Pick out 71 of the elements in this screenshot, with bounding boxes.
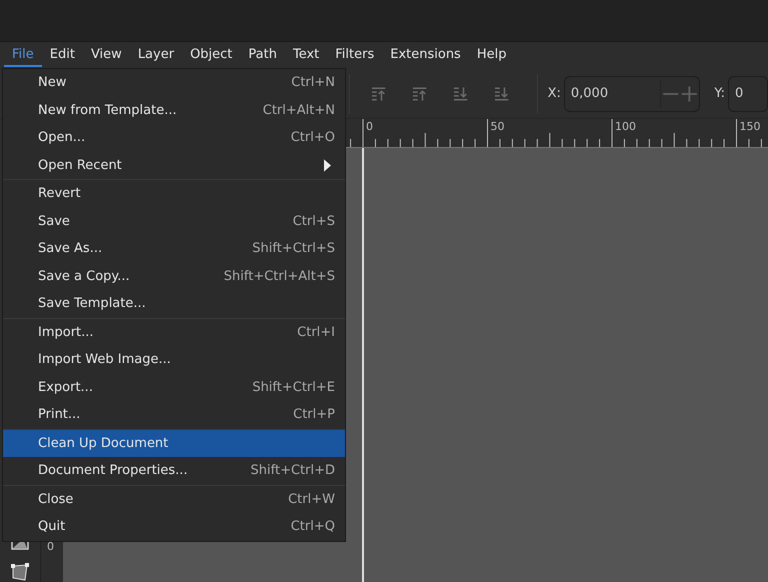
menu-item-label: Quit [38,519,66,534]
menu-item[interactable]: Close Ctrl+W [3,486,345,513]
menu-title[interactable]: Filters [327,42,382,67]
menu-title[interactable]: Object [182,42,240,67]
shortcut: Ctrl+Q [290,519,335,534]
x-spin-field[interactable]: 0,000 [564,76,700,112]
menu-title[interactable]: Text [284,42,328,67]
menu-item[interactable]: Revert [3,180,345,208]
menu-item-label: Revert [38,186,81,202]
align-icon[interactable] [412,86,428,102]
menu-item[interactable]: New Ctrl+N [3,69,345,96]
menu-item[interactable]: Save Ctrl+S [3,208,345,235]
menu-title[interactable]: Extensions [382,42,469,67]
ruler-label: 50 [490,120,504,133]
menu-title[interactable]: View [82,42,130,67]
menu-item[interactable]: Save Template... [3,290,345,318]
shortcut: Shift+Ctrl+Alt+S [224,268,335,284]
shortcut: Ctrl+Alt+N [262,102,335,118]
menu-item[interactable]: Quit Ctrl+Q [3,513,345,540]
menu-item-label: Import... [38,324,94,340]
menu-item[interactable]: Export... Shift+Ctrl+E [3,374,345,401]
shortcut: Shift+Ctrl+E [252,380,335,395]
shortcut: Ctrl+P [293,407,335,422]
ruler-label: 0 [366,120,373,133]
shortcut: Shift+Ctrl+S [252,241,335,256]
menu-item-label: Clean Up Document [38,436,168,451]
menu-item[interactable]: Open Recent [3,152,345,179]
menu-item-label: Import Web Image... [38,352,171,368]
shortcut: Shift+Ctrl+D [250,463,335,478]
menu-item-label: Export... [38,380,93,395]
menu-item-label: Document Properties... [38,463,188,478]
menu-item[interactable]: Import... Ctrl+I [3,318,345,346]
menu-title[interactable]: Path [240,42,285,67]
mesh-icon[interactable] [10,562,30,582]
menu-title[interactable]: Help [468,42,514,67]
menu-item-label: Save As... [38,241,102,256]
menu-item-label: Print... [38,407,80,422]
minus-plus-icon[interactable] [660,80,700,108]
menu-item[interactable]: New from Template... Ctrl+Alt+N [3,96,345,124]
menu-title[interactable]: Edit [42,42,83,67]
align-icon[interactable] [453,86,468,102]
ruler-label: 0 [47,540,54,553]
ruler-label: 100 [615,120,636,133]
menu-item[interactable]: Import Web Image... [3,346,345,374]
menu-item-label: Save a Copy... [38,268,130,284]
align-icon[interactable] [370,86,386,102]
menu-item-label: New [38,75,66,90]
menu-title[interactable]: Layer [130,42,182,67]
ruler-label: 150 [740,120,760,133]
shortcut: Ctrl+S [292,214,335,229]
menu-item[interactable]: Save a Copy... Shift+Ctrl+Alt+S [3,262,345,290]
shortcut: Ctrl+O [290,130,335,146]
menu-item-label: New from Template... [38,102,177,118]
menu-item[interactable]: Document Properties... Shift+Ctrl+D [3,457,345,484]
menu-item-label: Open... [38,130,86,146]
shortcut: Ctrl+I [297,324,335,340]
x-label: X: [548,86,561,101]
y-label: Y: [714,86,726,101]
y-spin-field[interactable]: 0 [728,76,768,112]
menu-item[interactable]: Open... Ctrl+O [3,124,345,152]
shortcut: Ctrl+N [291,75,335,90]
submenu-arrow-icon [324,158,331,172]
menu-item-label: Close [38,492,74,507]
menu-item-label: Save Template... [38,296,146,312]
menu-item[interactable]: Print... Ctrl+P [3,401,345,428]
menu-item[interactable]: Clean Up Document [3,430,345,457]
shortcut: Ctrl+W [288,492,335,507]
menu-item[interactable]: Save As... Shift+Ctrl+S [3,235,345,262]
align-icon[interactable] [494,86,510,102]
menu-item-label: Save [38,214,70,229]
menu-item-label: Open Recent [38,158,122,173]
